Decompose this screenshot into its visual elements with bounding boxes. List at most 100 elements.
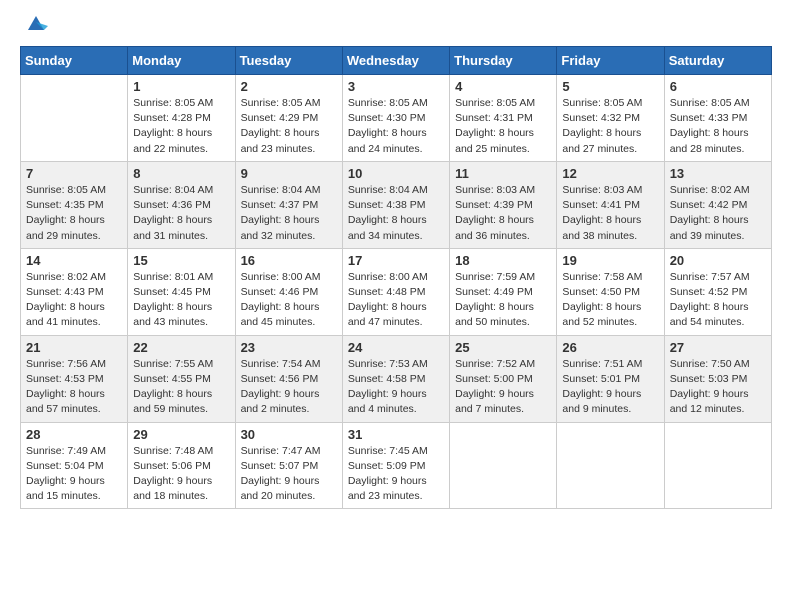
day-number: 26	[562, 340, 658, 355]
day-info: Sunrise: 7:51 AMSunset: 5:01 PMDaylight:…	[562, 357, 658, 418]
day-number: 16	[241, 253, 337, 268]
day-info: Sunrise: 8:00 AMSunset: 4:46 PMDaylight:…	[241, 270, 337, 331]
calendar-cell: 7 Sunrise: 8:05 AMSunset: 4:35 PMDayligh…	[21, 161, 128, 248]
day-number: 6	[670, 79, 766, 94]
day-number: 7	[26, 166, 122, 181]
calendar-cell: 2 Sunrise: 8:05 AMSunset: 4:29 PMDayligh…	[235, 75, 342, 162]
calendar-cell: 4 Sunrise: 8:05 AMSunset: 4:31 PMDayligh…	[450, 75, 557, 162]
calendar-cell: 19 Sunrise: 7:58 AMSunset: 4:50 PMDaylig…	[557, 248, 664, 335]
calendar-cell: 26 Sunrise: 7:51 AMSunset: 5:01 PMDaylig…	[557, 335, 664, 422]
calendar-cell	[21, 75, 128, 162]
calendar-header-row: SundayMondayTuesdayWednesdayThursdayFrid…	[21, 47, 772, 75]
calendar-cell	[450, 422, 557, 509]
calendar-cell: 31 Sunrise: 7:45 AMSunset: 5:09 PMDaylig…	[342, 422, 449, 509]
day-info: Sunrise: 7:45 AMSunset: 5:09 PMDaylight:…	[348, 444, 444, 505]
day-info: Sunrise: 8:05 AMSunset: 4:35 PMDaylight:…	[26, 183, 122, 244]
day-info: Sunrise: 8:05 AMSunset: 4:29 PMDaylight:…	[241, 96, 337, 157]
day-number: 12	[562, 166, 658, 181]
page-header	[20, 16, 772, 36]
day-number: 11	[455, 166, 551, 181]
calendar-cell: 11 Sunrise: 8:03 AMSunset: 4:39 PMDaylig…	[450, 161, 557, 248]
day-info: Sunrise: 8:03 AMSunset: 4:39 PMDaylight:…	[455, 183, 551, 244]
day-info: Sunrise: 8:05 AMSunset: 4:30 PMDaylight:…	[348, 96, 444, 157]
day-number: 5	[562, 79, 658, 94]
calendar-cell: 14 Sunrise: 8:02 AMSunset: 4:43 PMDaylig…	[21, 248, 128, 335]
calendar-cell: 27 Sunrise: 7:50 AMSunset: 5:03 PMDaylig…	[664, 335, 771, 422]
calendar-cell: 29 Sunrise: 7:48 AMSunset: 5:06 PMDaylig…	[128, 422, 235, 509]
logo-icon	[24, 12, 48, 36]
day-number: 25	[455, 340, 551, 355]
calendar-week-row: 21 Sunrise: 7:56 AMSunset: 4:53 PMDaylig…	[21, 335, 772, 422]
day-info: Sunrise: 7:57 AMSunset: 4:52 PMDaylight:…	[670, 270, 766, 331]
calendar-cell: 22 Sunrise: 7:55 AMSunset: 4:55 PMDaylig…	[128, 335, 235, 422]
calendar-cell: 13 Sunrise: 8:02 AMSunset: 4:42 PMDaylig…	[664, 161, 771, 248]
calendar-cell: 9 Sunrise: 8:04 AMSunset: 4:37 PMDayligh…	[235, 161, 342, 248]
calendar-cell: 17 Sunrise: 8:00 AMSunset: 4:48 PMDaylig…	[342, 248, 449, 335]
calendar-cell: 5 Sunrise: 8:05 AMSunset: 4:32 PMDayligh…	[557, 75, 664, 162]
calendar-cell: 16 Sunrise: 8:00 AMSunset: 4:46 PMDaylig…	[235, 248, 342, 335]
day-number: 17	[348, 253, 444, 268]
day-info: Sunrise: 8:05 AMSunset: 4:28 PMDaylight:…	[133, 96, 229, 157]
day-number: 13	[670, 166, 766, 181]
day-of-week-header: Tuesday	[235, 47, 342, 75]
day-number: 29	[133, 427, 229, 442]
calendar-cell: 10 Sunrise: 8:04 AMSunset: 4:38 PMDaylig…	[342, 161, 449, 248]
day-info: Sunrise: 7:58 AMSunset: 4:50 PMDaylight:…	[562, 270, 658, 331]
day-number: 24	[348, 340, 444, 355]
calendar-cell: 30 Sunrise: 7:47 AMSunset: 5:07 PMDaylig…	[235, 422, 342, 509]
day-info: Sunrise: 7:55 AMSunset: 4:55 PMDaylight:…	[133, 357, 229, 418]
calendar-table: SundayMondayTuesdayWednesdayThursdayFrid…	[20, 46, 772, 509]
day-info: Sunrise: 7:56 AMSunset: 4:53 PMDaylight:…	[26, 357, 122, 418]
calendar-cell: 24 Sunrise: 7:53 AMSunset: 4:58 PMDaylig…	[342, 335, 449, 422]
logo	[20, 16, 48, 36]
day-number: 21	[26, 340, 122, 355]
calendar-cell: 28 Sunrise: 7:49 AMSunset: 5:04 PMDaylig…	[21, 422, 128, 509]
day-number: 27	[670, 340, 766, 355]
calendar-cell: 15 Sunrise: 8:01 AMSunset: 4:45 PMDaylig…	[128, 248, 235, 335]
day-info: Sunrise: 8:02 AMSunset: 4:42 PMDaylight:…	[670, 183, 766, 244]
day-number: 28	[26, 427, 122, 442]
calendar-cell: 12 Sunrise: 8:03 AMSunset: 4:41 PMDaylig…	[557, 161, 664, 248]
day-number: 2	[241, 79, 337, 94]
day-number: 4	[455, 79, 551, 94]
day-number: 14	[26, 253, 122, 268]
day-of-week-header: Wednesday	[342, 47, 449, 75]
day-info: Sunrise: 8:04 AMSunset: 4:37 PMDaylight:…	[241, 183, 337, 244]
calendar-week-row: 14 Sunrise: 8:02 AMSunset: 4:43 PMDaylig…	[21, 248, 772, 335]
calendar-week-row: 7 Sunrise: 8:05 AMSunset: 4:35 PMDayligh…	[21, 161, 772, 248]
calendar-cell	[664, 422, 771, 509]
day-info: Sunrise: 8:04 AMSunset: 4:38 PMDaylight:…	[348, 183, 444, 244]
day-info: Sunrise: 7:50 AMSunset: 5:03 PMDaylight:…	[670, 357, 766, 418]
day-number: 31	[348, 427, 444, 442]
calendar-cell: 8 Sunrise: 8:04 AMSunset: 4:36 PMDayligh…	[128, 161, 235, 248]
day-number: 30	[241, 427, 337, 442]
day-of-week-header: Sunday	[21, 47, 128, 75]
day-number: 8	[133, 166, 229, 181]
calendar-cell: 23 Sunrise: 7:54 AMSunset: 4:56 PMDaylig…	[235, 335, 342, 422]
calendar-cell: 1 Sunrise: 8:05 AMSunset: 4:28 PMDayligh…	[128, 75, 235, 162]
day-info: Sunrise: 7:47 AMSunset: 5:07 PMDaylight:…	[241, 444, 337, 505]
day-number: 9	[241, 166, 337, 181]
day-info: Sunrise: 8:04 AMSunset: 4:36 PMDaylight:…	[133, 183, 229, 244]
day-info: Sunrise: 8:05 AMSunset: 4:31 PMDaylight:…	[455, 96, 551, 157]
day-of-week-header: Saturday	[664, 47, 771, 75]
calendar-cell: 18 Sunrise: 7:59 AMSunset: 4:49 PMDaylig…	[450, 248, 557, 335]
calendar-week-row: 28 Sunrise: 7:49 AMSunset: 5:04 PMDaylig…	[21, 422, 772, 509]
day-of-week-header: Thursday	[450, 47, 557, 75]
calendar-cell	[557, 422, 664, 509]
day-of-week-header: Monday	[128, 47, 235, 75]
day-number: 22	[133, 340, 229, 355]
day-number: 15	[133, 253, 229, 268]
day-number: 18	[455, 253, 551, 268]
day-info: Sunrise: 7:53 AMSunset: 4:58 PMDaylight:…	[348, 357, 444, 418]
day-info: Sunrise: 8:00 AMSunset: 4:48 PMDaylight:…	[348, 270, 444, 331]
day-of-week-header: Friday	[557, 47, 664, 75]
day-number: 10	[348, 166, 444, 181]
day-number: 3	[348, 79, 444, 94]
day-number: 19	[562, 253, 658, 268]
calendar-cell: 25 Sunrise: 7:52 AMSunset: 5:00 PMDaylig…	[450, 335, 557, 422]
day-number: 1	[133, 79, 229, 94]
day-number: 23	[241, 340, 337, 355]
day-number: 20	[670, 253, 766, 268]
calendar-cell: 6 Sunrise: 8:05 AMSunset: 4:33 PMDayligh…	[664, 75, 771, 162]
